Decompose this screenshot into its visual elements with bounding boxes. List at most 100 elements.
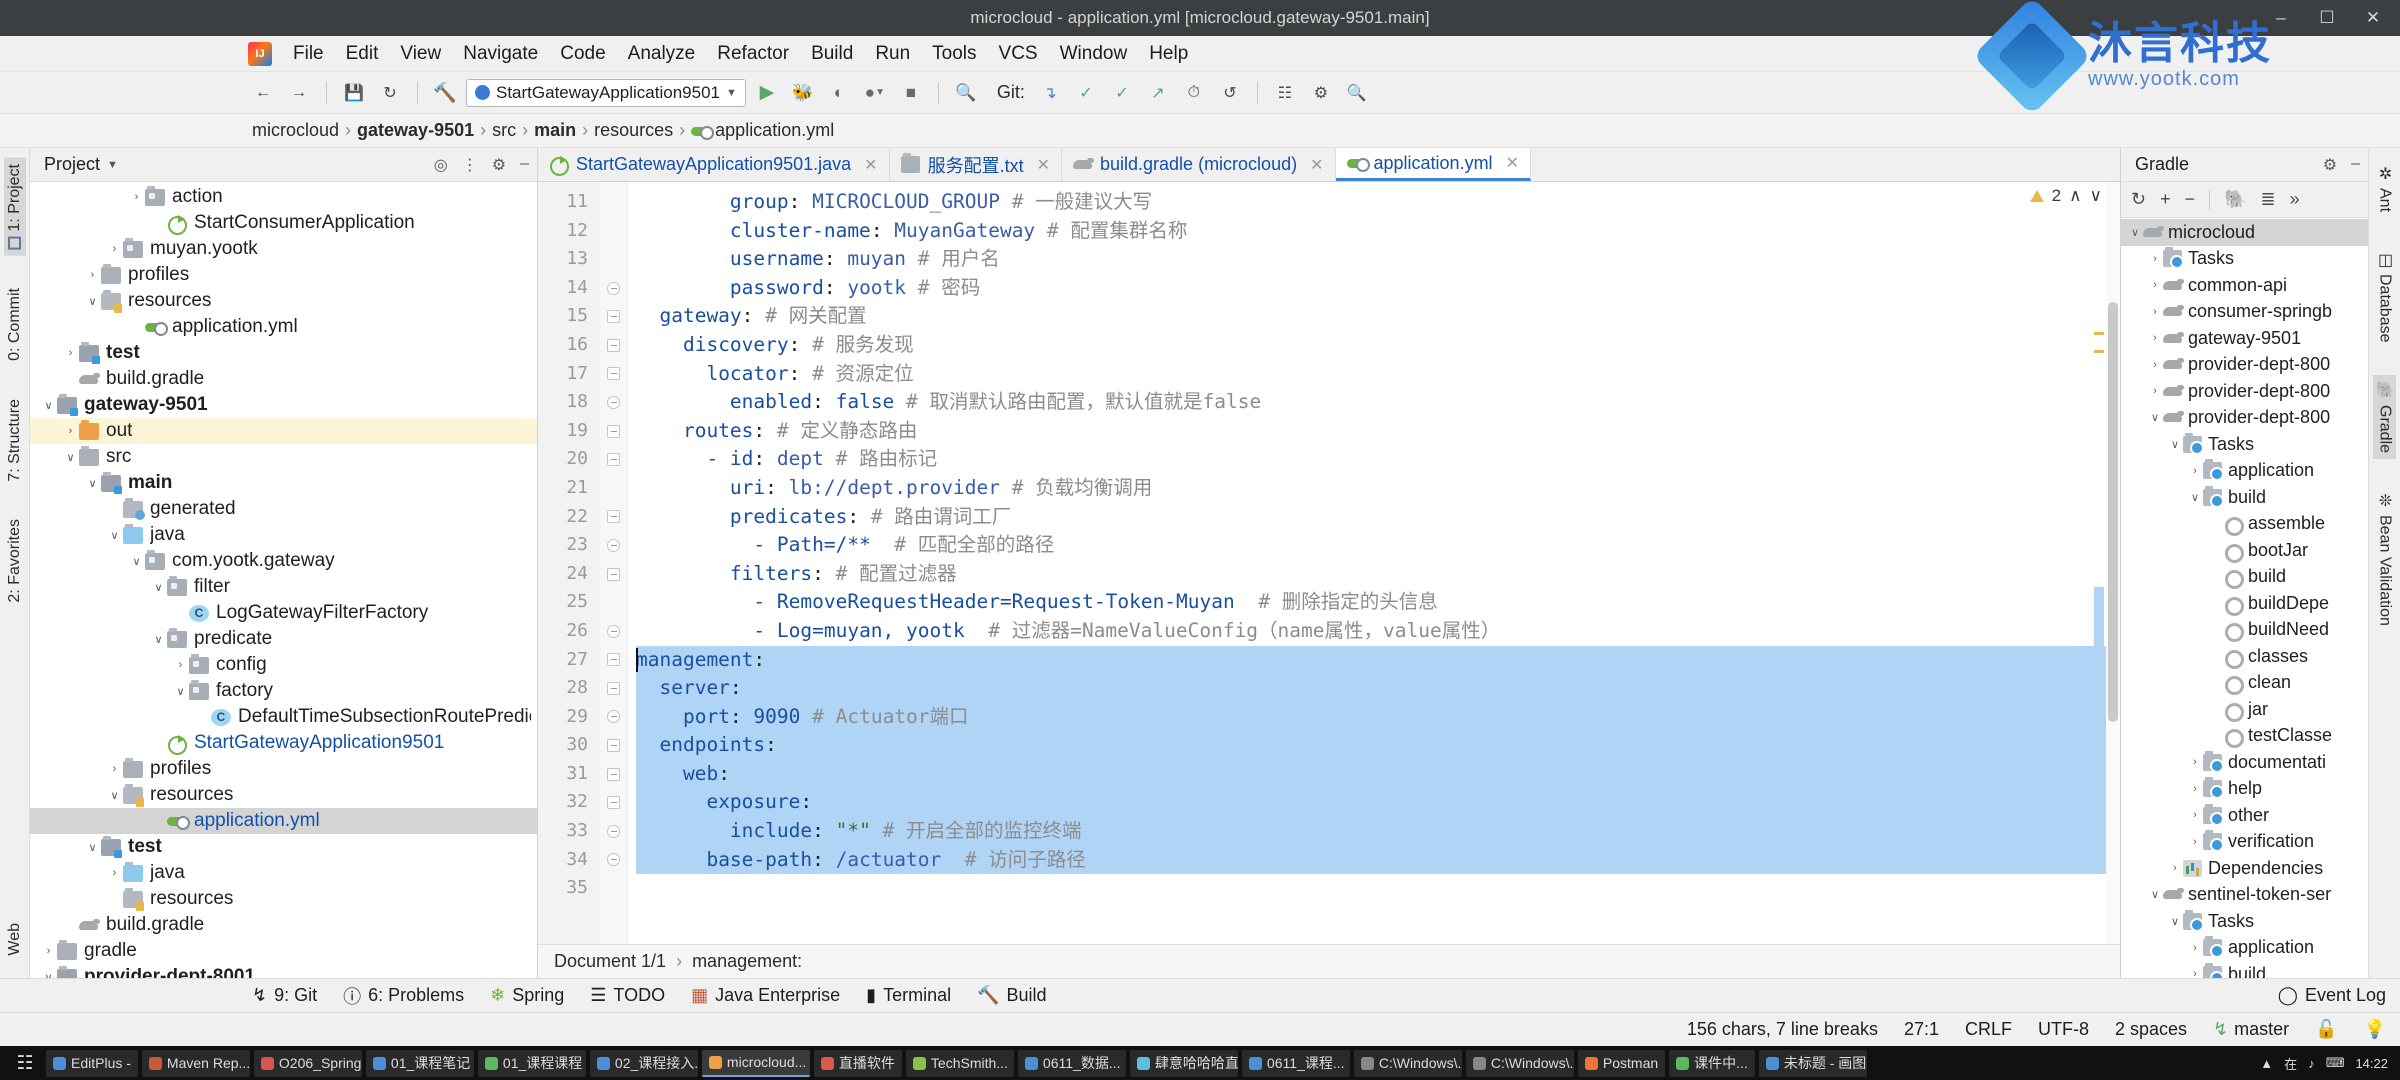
fold-toggle-icon[interactable]	[607, 824, 620, 838]
back-icon[interactable]: ←	[248, 79, 278, 107]
project-tree-item[interactable]: ∨ src	[30, 444, 537, 470]
breadcrumb-resources[interactable]: resources	[594, 120, 673, 141]
more-options-icon[interactable]: »	[2290, 189, 2300, 210]
collapse-all-icon[interactable]: ⋮	[462, 155, 478, 175]
code-line[interactable]: enabled: false # 取消默认路由配置，默认值就是false	[636, 388, 2120, 417]
menu-vcs[interactable]: VCS	[988, 39, 1049, 69]
fold-toggle-icon[interactable]	[607, 338, 620, 352]
project-tree-item[interactable]: › profiles	[30, 756, 537, 782]
fold-marker[interactable]	[600, 617, 627, 646]
chevron-icon[interactable]: ›	[2187, 465, 2203, 477]
chevron-icon[interactable]: ›	[62, 425, 79, 437]
minimize-button[interactable]: –	[2258, 0, 2304, 36]
project-tree-item[interactable]: › muyan.yootk	[30, 236, 537, 262]
code-line[interactable]: routes: # 定义静态路由	[636, 417, 2120, 446]
chevron-icon[interactable]: ∨	[2147, 888, 2163, 901]
fold-marker[interactable]	[600, 274, 627, 303]
fold-toggle-icon[interactable]	[607, 853, 620, 867]
chevron-icon[interactable]: ∨	[84, 477, 101, 490]
gradle-tree-item[interactable]: › provider-dept-800	[2121, 378, 2368, 405]
code-line[interactable]: exposure:	[636, 788, 2120, 818]
gradle-tree-item[interactable]: classes	[2121, 643, 2368, 670]
gradle-tree-item[interactable]: buildNeed	[2121, 617, 2368, 644]
code-line[interactable]: - id: dept # 路由标记	[636, 445, 2120, 474]
code-line[interactable]: group: MICROCLOUD_GROUP # 一般建议大写	[636, 188, 2120, 217]
breadcrumb-microcloud[interactable]: microcloud	[252, 120, 339, 141]
chevron-icon[interactable]: ›	[2187, 809, 2203, 821]
fold-marker[interactable]	[600, 760, 627, 789]
gradle-tree-item[interactable]: ∨ Tasks	[2121, 431, 2368, 458]
fold-marker[interactable]	[600, 503, 627, 532]
caret-position[interactable]: 27:1	[1904, 1019, 1939, 1040]
stop-icon[interactable]: ■	[896, 79, 926, 107]
gradle-elephant-icon[interactable]: 🐘	[2224, 189, 2246, 210]
menu-help[interactable]: Help	[1138, 39, 1199, 69]
taskbar-item[interactable]: 肆意哈哈哈直...	[1129, 1049, 1238, 1077]
add-icon[interactable]: +	[2160, 189, 2171, 210]
fold-toggle-icon[interactable]	[607, 796, 620, 810]
save-all-icon[interactable]: 💾	[339, 79, 369, 107]
fold-marker[interactable]	[600, 731, 627, 760]
editor-scrollbar-thumb[interactable]	[2108, 302, 2118, 722]
breadcrumb-src[interactable]: src	[492, 120, 516, 141]
chevron-icon[interactable]: ›	[2187, 836, 2203, 848]
windows-start-icon[interactable]: ☷	[8, 1050, 42, 1077]
chevron-icon[interactable]: ›	[172, 659, 189, 671]
file-encoding[interactable]: UTF-8	[2038, 1019, 2089, 1040]
chevron-icon[interactable]: ∨	[128, 555, 145, 568]
fold-toggle-icon[interactable]	[607, 424, 620, 438]
run-coverage-icon[interactable]: ◐	[824, 79, 854, 107]
event-log-button[interactable]: ◯ Event Log	[2278, 985, 2386, 1006]
gradle-tree-item[interactable]: bootJar	[2121, 537, 2368, 564]
gradle-tree-item[interactable]: ∨ build	[2121, 484, 2368, 511]
taskbar-item[interactable]: microcloud...	[701, 1049, 810, 1077]
git-branch-icon[interactable]: ↗	[1143, 79, 1173, 107]
search-everywhere-icon[interactable]: 🔍	[1342, 79, 1372, 107]
tool-tab-bean-validation[interactable]: ❊ Bean Validation	[2373, 485, 2396, 632]
editor-tab[interactable]: 服务配置.txt ✕	[890, 148, 1062, 181]
close-tab-icon[interactable]: ✕	[1037, 155, 1050, 175]
locate-icon[interactable]: ◎	[434, 155, 448, 175]
tool-tab-gradle[interactable]: 🐘 Gradle	[2373, 374, 2396, 460]
chevron-icon[interactable]: ›	[2187, 756, 2203, 768]
code-line[interactable]: - RemoveRequestHeader=Request-Token-Muya…	[636, 588, 2120, 617]
fold-marker[interactable]	[600, 646, 627, 675]
tray-icon[interactable]: 在	[2284, 1054, 2297, 1073]
fold-toggle-icon[interactable]	[607, 395, 620, 409]
chevron-icon[interactable]: ›	[106, 763, 123, 775]
structure-icon[interactable]: ☷	[1270, 79, 1300, 107]
bottom-tab-todo[interactable]: ☰ TODO	[590, 985, 665, 1006]
project-tree-item[interactable]: › config	[30, 652, 537, 678]
gradle-tree-item[interactable]: › application	[2121, 935, 2368, 962]
taskbar-item[interactable]: C:\Windows\...	[1465, 1049, 1574, 1077]
taskbar-item[interactable]: Postman	[1577, 1049, 1666, 1077]
editor-scrollbar[interactable]	[2106, 182, 2120, 944]
chevron-icon[interactable]: ∨	[106, 529, 123, 542]
maximize-button[interactable]: ☐	[2304, 0, 2350, 36]
bottom-tab-build[interactable]: 🔨 Build	[977, 985, 1046, 1006]
menu-file[interactable]: File	[282, 39, 335, 69]
project-tree-item[interactable]: StartGatewayApplication9501	[30, 730, 537, 756]
code-line[interactable]: endpoints:	[636, 731, 2120, 760]
code-line[interactable]: web:	[636, 759, 2120, 789]
fold-marker[interactable]	[600, 360, 627, 389]
gradle-tree-item[interactable]: › gateway-9501	[2121, 325, 2368, 352]
menu-run[interactable]: Run	[864, 39, 921, 69]
project-tree-item[interactable]: ∨ factory	[30, 678, 537, 704]
search-class-icon[interactable]: 🔍	[951, 79, 981, 107]
chevron-icon[interactable]: ∨	[84, 841, 101, 854]
fold-marker[interactable]	[600, 417, 627, 446]
chevron-icon[interactable]: ∨	[2147, 411, 2163, 424]
line-separator[interactable]: CRLF	[1965, 1019, 2012, 1040]
gradle-tree-item[interactable]: assemble	[2121, 511, 2368, 538]
chevron-icon[interactable]: ›	[84, 269, 101, 281]
gradle-tree-item[interactable]: › verification	[2121, 829, 2368, 856]
editor-tab[interactable]: StartGatewayApplication9501.java ✕	[538, 148, 890, 181]
project-tree-item[interactable]: › test	[30, 340, 537, 366]
gradle-tree-item[interactable]: › Dependencies	[2121, 855, 2368, 882]
gradle-tree-item[interactable]: › Tasks	[2121, 246, 2368, 273]
code-line[interactable]: - Path=/** # 匹配全部的路径	[636, 531, 2120, 560]
tool-tab-database[interactable]: ◫ Database	[2373, 244, 2396, 349]
chevron-icon[interactable]: ∨	[2167, 915, 2183, 928]
fold-marker[interactable]	[600, 531, 627, 560]
